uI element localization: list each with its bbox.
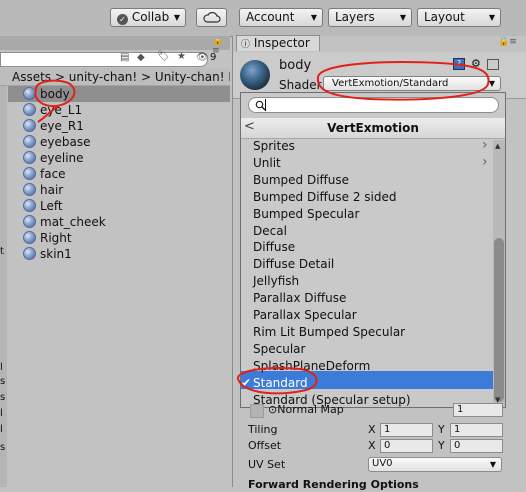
red-annotation-overlay	[34, 61, 490, 395]
annotation-tail-body	[37, 105, 59, 123]
annotation-ellipse-shader	[316, 61, 490, 101]
annotation-ellipse-standard	[237, 367, 318, 395]
annotation-circle-body	[34, 79, 76, 108]
